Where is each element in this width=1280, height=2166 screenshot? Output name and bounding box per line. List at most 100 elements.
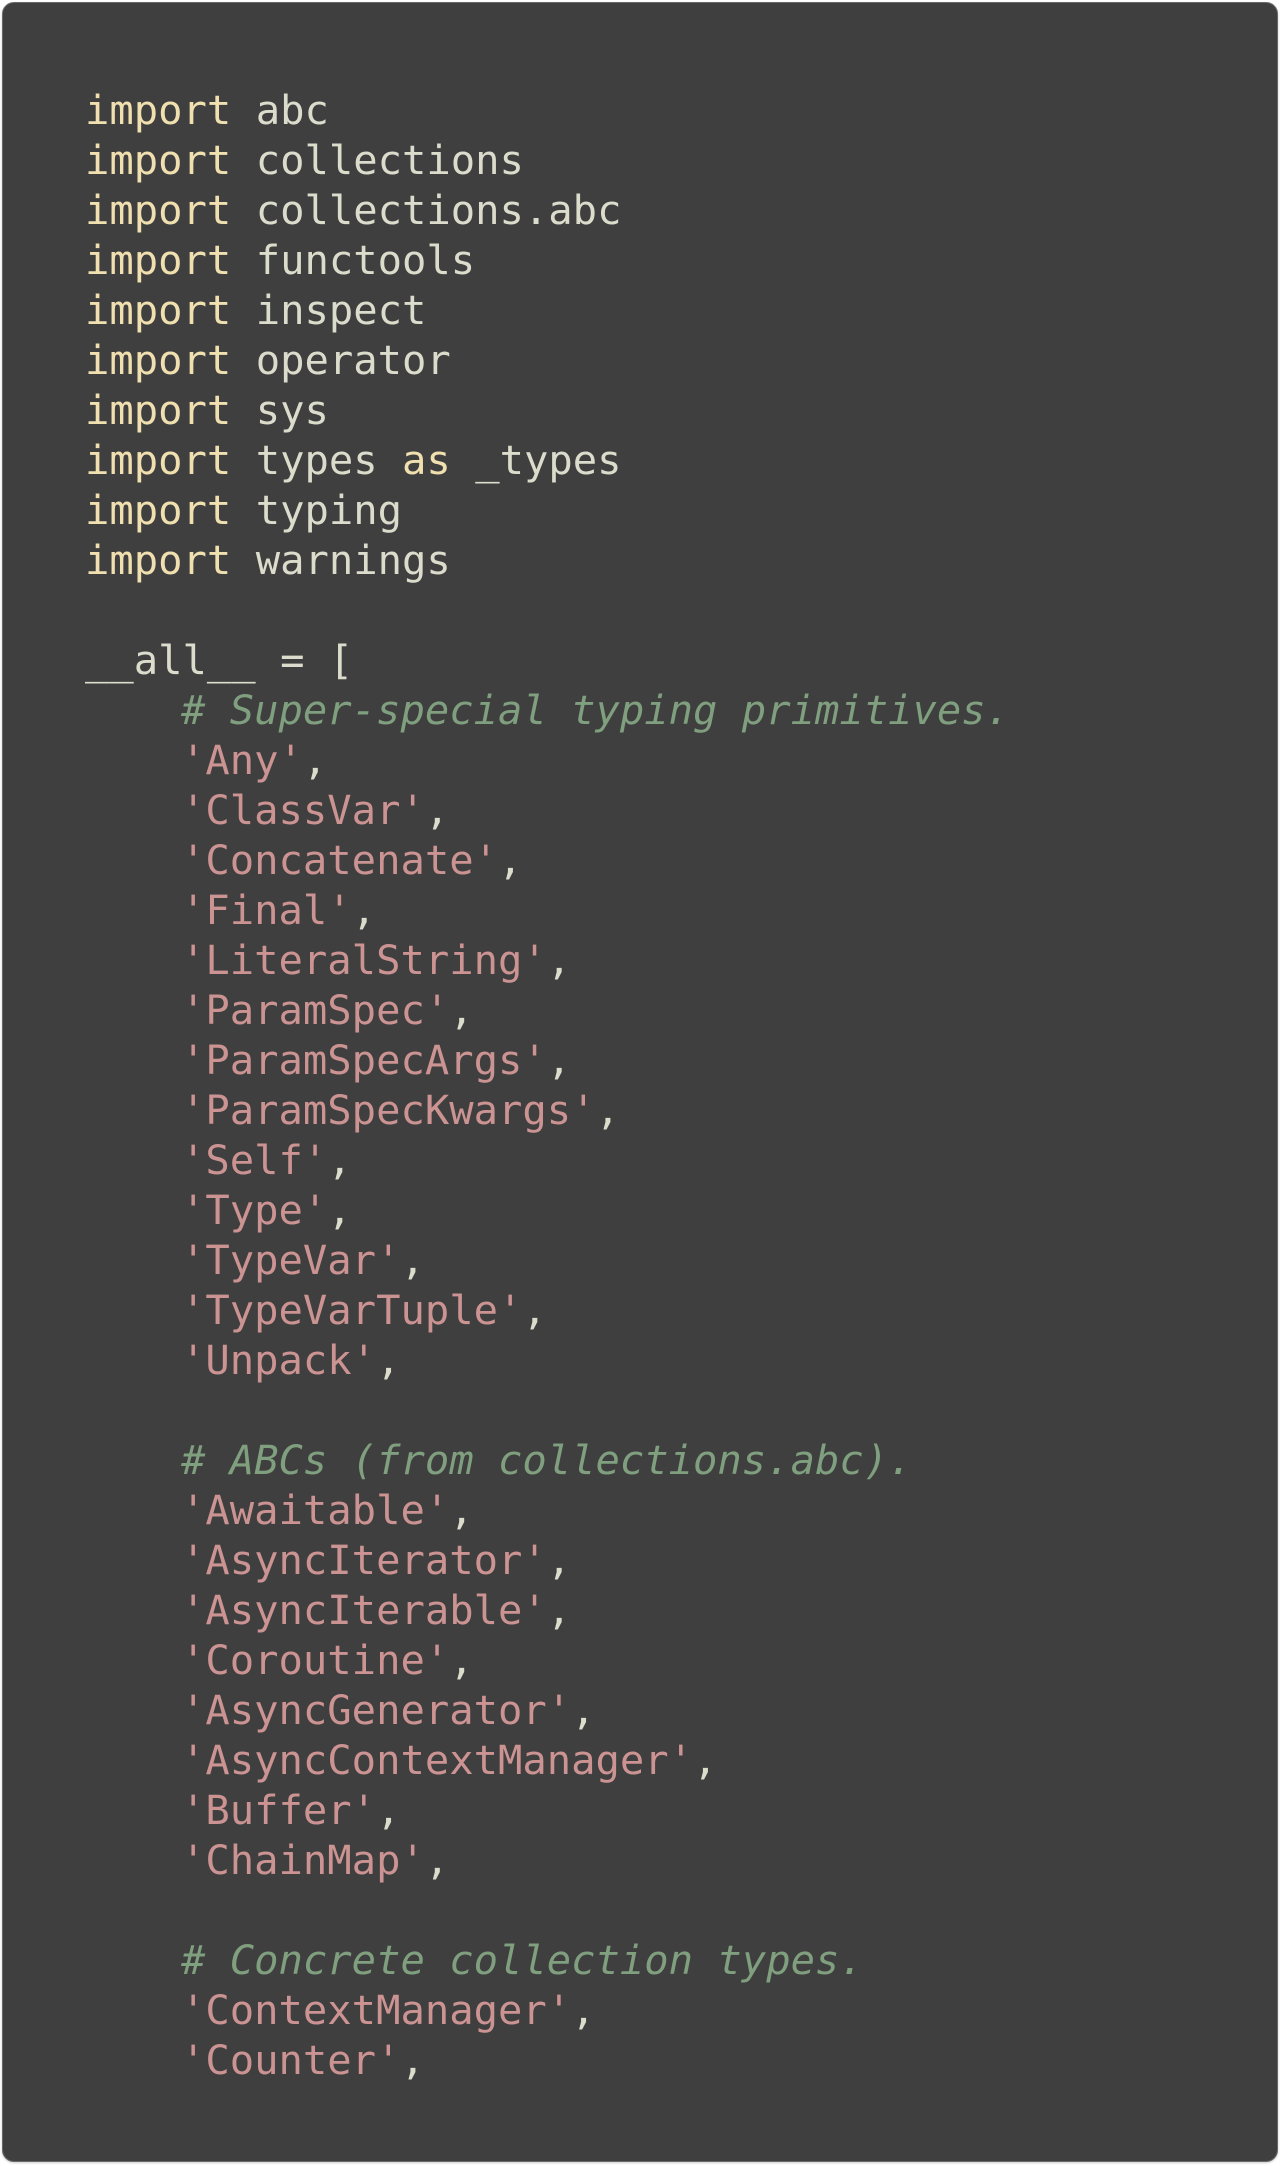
string-literal: 'ParamSpecKwargs' [181,1086,596,1134]
import-keyword: import [85,186,232,234]
module-name: inspect [255,286,427,334]
all-list-body: # Super-special typing primitives. 'Any',… [85,685,1010,2085]
string-literal: 'Unpack' [181,1336,377,1384]
comma: , [546,1536,572,1584]
section-comment: # Concrete collection types. [181,1936,864,1984]
string-literal: 'Final' [181,886,352,934]
comma: , [693,1736,718,1784]
assign-operator: = [280,636,305,684]
string-literal: 'Counter' [181,2036,401,2084]
code-line: 'Concatenate', [85,835,1010,885]
code-line: 'AsyncGenerator', [85,1685,1010,1735]
module-name: functools [255,236,476,284]
module-name: warnings [255,536,451,584]
code-line: 'TypeVar', [85,1235,1010,1285]
code-line: 'Type', [85,1185,1010,1235]
code-line: import typing [85,485,1010,535]
code-line: 'Buffer', [85,1785,1010,1835]
code-block-card: import abc import collections import colle… [2,2,1278,2162]
code-line: import collections.abc [85,185,1010,235]
string-literal: 'Self' [181,1136,328,1184]
import-keyword: import [85,436,232,484]
module-name: sys [255,386,329,434]
string-literal: 'ChainMap' [181,1836,425,1884]
as-keyword: as [402,436,451,484]
module-name: operator [255,336,451,384]
code-line: import types as _types [85,435,1010,485]
module-name: abc [255,86,329,134]
code-line: import functools [85,235,1010,285]
string-literal: 'ContextManager' [181,1986,572,2034]
comma: , [376,1336,401,1384]
comma: , [327,1136,352,1184]
comma: , [571,1686,596,1734]
comma: , [449,986,474,1034]
import-keyword: import [85,286,232,334]
section-comment: # Super-special typing primitives. [181,686,1011,734]
comma: , [400,1236,425,1284]
code-line: 'Counter', [85,2035,1010,2085]
code-line: 'ClassVar', [85,785,1010,835]
comma: , [546,1036,572,1084]
code-line: 'ChainMap', [85,1835,1010,1885]
code-line: 'AsyncContextManager', [85,1735,1010,1785]
string-literal: 'Any' [181,736,303,784]
code-line: import warnings [85,535,1010,585]
all-variable: __all__ [85,636,256,684]
code-line: # Super-special typing primitives. [85,685,1010,735]
string-literal: 'ParamSpec' [181,986,450,1034]
code-line: 'Final', [85,885,1010,935]
string-literal: 'Type' [181,1186,328,1234]
code-line: 'ContextManager', [85,1985,1010,2035]
import-keyword: import [85,536,232,584]
import-keyword: import [85,86,232,134]
code-listing: import abc import collections import colle… [85,85,1010,2085]
comma: , [327,1186,352,1234]
import-keyword: import [85,486,232,534]
comma: , [424,1836,450,1884]
import-keyword: import [85,386,232,434]
string-literal: 'ClassVar' [181,786,425,834]
string-literal: 'Buffer' [181,1786,377,1834]
code-line: import inspect [85,285,1010,335]
string-literal: 'LiteralString' [181,936,547,984]
import-keyword: import [85,236,232,284]
comma: , [571,1986,596,2034]
import-keyword: import [85,336,232,384]
string-literal: 'AsyncContextManager' [181,1736,694,1784]
string-literal: 'TypeVarTuple' [181,1286,523,1334]
code-line: 'ParamSpecArgs', [85,1035,1010,1085]
code-line: import sys [85,385,1010,435]
string-literal: 'Coroutine' [181,1636,450,1684]
comma: , [449,1486,474,1534]
code-line: 'AsyncIterator', [85,1535,1010,1585]
code-line: 'TypeVarTuple', [85,1285,1010,1335]
code-line: 'LiteralString', [85,935,1010,985]
comma: , [302,736,328,784]
comma: , [595,1086,620,1134]
code-line: import abc [85,85,1010,135]
comma: , [522,1286,547,1334]
code-line: __all__ = [ [85,635,1010,685]
code-line: 'ParamSpec', [85,985,1010,1035]
comma: , [400,2036,425,2084]
comma: , [351,886,377,934]
comma: , [376,1786,401,1834]
code-line: import operator [85,335,1010,385]
import-keyword: import [85,136,232,184]
code-line: # Concrete collection types. [85,1935,1010,1985]
code-line: 'Any', [85,735,1010,785]
code-line: 'AsyncIterable', [85,1585,1010,1635]
string-literal: 'AsyncIterable' [181,1586,547,1634]
module-name: collections.abc [255,186,622,234]
string-literal: 'AsyncGenerator' [181,1686,572,1734]
module-name: collections [255,136,524,184]
module-name: typing [255,486,403,534]
section-comment: # ABCs (from collections.abc). [181,1436,913,1484]
comma: , [424,786,450,834]
code-line: 'ParamSpecKwargs', [85,1085,1010,1135]
comma: , [546,936,572,984]
